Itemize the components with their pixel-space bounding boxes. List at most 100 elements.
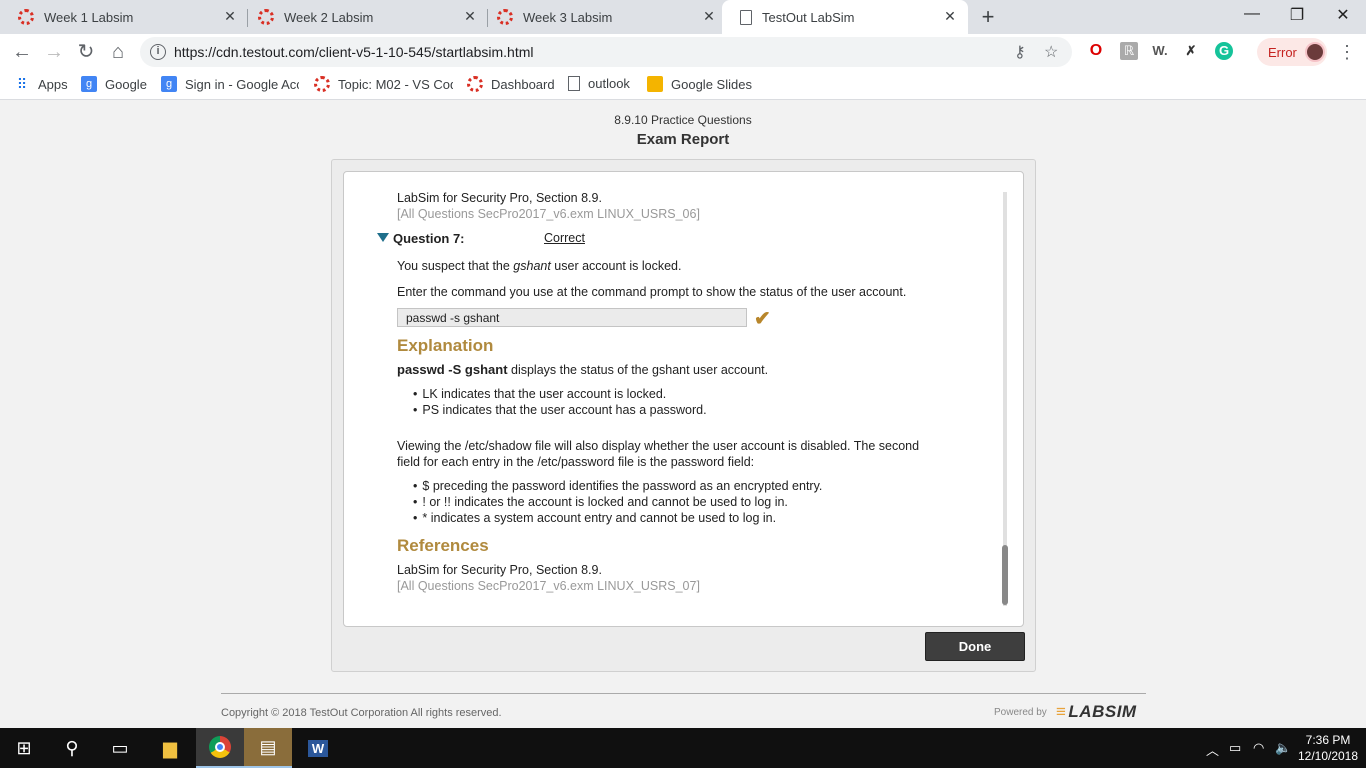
tab-strip: Week 1 Labsim ✕ Week 2 Labsim ✕ Week 3 L… xyxy=(0,0,1366,34)
scrollbar-track[interactable] xyxy=(1003,192,1007,606)
clock-time: 7:36 PM xyxy=(1305,733,1351,747)
profile-error-button[interactable]: Error xyxy=(1257,38,1327,66)
site-info-icon[interactable]: i xyxy=(150,44,166,60)
taskbar-clock[interactable]: 7:36 PM 12/10/2018 xyxy=(1292,732,1364,764)
wordtune-extension-icon[interactable]: W. xyxy=(1151,42,1169,60)
task-view-icon[interactable]: ▭ xyxy=(96,728,144,768)
done-button[interactable]: Done xyxy=(925,632,1025,661)
word-icon[interactable]: W xyxy=(294,728,342,768)
explanation-paragraph-line1: Viewing the /etc/shadow file will also d… xyxy=(397,439,920,453)
google-icon: g xyxy=(81,76,97,92)
tab-week3[interactable]: Week 3 Labsim ✕ xyxy=(479,0,727,34)
list-item: LK indicates that the user account is lo… xyxy=(413,387,666,401)
bookmark-label: Dashboard xyxy=(491,76,555,92)
volume-mute-icon[interactable]: 🔈 xyxy=(1275,740,1291,756)
question-status-link[interactable]: Correct xyxy=(544,231,585,245)
home-icon[interactable]: ⌂ xyxy=(106,40,130,64)
collapse-triangle-icon[interactable] xyxy=(377,233,389,242)
bookmark-label: Google Slides xyxy=(671,76,752,92)
opera-extension-icon[interactable]: O xyxy=(1087,42,1105,60)
labsim-favicon-icon xyxy=(314,76,330,92)
search-icon[interactable]: ⚲ xyxy=(48,728,96,768)
labsim-favicon-icon xyxy=(258,9,274,25)
bookmark-google[interactable]: g Google xyxy=(81,76,147,92)
minimize-icon[interactable]: — xyxy=(1242,5,1262,23)
address-bar[interactable]: i https://cdn.testout.com/client-v5-1-10… xyxy=(140,37,1072,67)
profile-status-label: Error xyxy=(1268,44,1297,60)
close-tab-icon[interactable]: ✕ xyxy=(701,8,717,25)
tray-chevron-icon[interactable]: ︿ xyxy=(1206,740,1219,759)
bookmarks-bar: ⠿ Apps g Google g Sign in - Google Acc T… xyxy=(0,70,1366,100)
scrollbar-thumb[interactable] xyxy=(1002,545,1008,605)
close-window-icon[interactable]: ✕ xyxy=(1333,5,1353,25)
google-icon: g xyxy=(161,76,177,92)
bookmark-label: Topic: M02 - VS Code xyxy=(338,76,453,92)
tab-title: Week 1 Labsim xyxy=(44,9,134,25)
avatar xyxy=(1304,42,1325,62)
list-item: ! or !! indicates the account is locked … xyxy=(413,495,788,509)
document-icon xyxy=(568,76,580,91)
restore-icon[interactable]: ❐ xyxy=(1287,5,1307,25)
labsim-logo: ≡ LABSIM xyxy=(1056,702,1137,721)
tab-testout-labsim[interactable]: TestOut LabSim ✕ xyxy=(722,0,968,34)
chrome-icon[interactable] xyxy=(196,728,244,768)
labsim-favicon-icon xyxy=(497,9,513,25)
reload-icon[interactable]: ↻ xyxy=(74,40,98,64)
tab-week2[interactable]: Week 2 Labsim ✕ xyxy=(240,0,488,34)
bookmark-apps[interactable]: ⠿ Apps xyxy=(14,76,68,92)
document-favicon-icon xyxy=(740,9,752,25)
list-item: PS indicates that the user account has a… xyxy=(413,403,706,417)
close-tab-icon[interactable]: ✕ xyxy=(462,8,478,25)
bookmark-topic[interactable]: Topic: M02 - VS Code xyxy=(314,76,453,92)
bookmark-dashboard[interactable]: Dashboard xyxy=(467,76,555,92)
close-tab-icon[interactable]: ✕ xyxy=(942,8,958,25)
explanation-summary: passwd -S gshant displays the status of … xyxy=(397,362,769,377)
wifi-icon[interactable]: ◠ xyxy=(1253,740,1264,756)
forward-icon[interactable]: → xyxy=(42,40,66,64)
url-text: https://cdn.testout.com/client-v5-1-10-5… xyxy=(174,44,534,60)
star-icon[interactable]: ☆ xyxy=(1044,42,1058,62)
question-text: You suspect that the gshant user account… xyxy=(397,259,682,273)
reference-id: [All Questions SecPro2017_v6.exm LINUX_U… xyxy=(397,579,700,593)
prev-reference-source: LabSim for Security Pro, Section 8.9. xyxy=(397,191,602,205)
apps-grid-icon: ⠿ xyxy=(16,76,28,92)
explanation-heading: Explanation xyxy=(397,336,494,355)
copyright-text: Copyright © 2018 TestOut Corporation All… xyxy=(221,707,502,719)
labsim-app-icon[interactable]: ▤ xyxy=(244,728,292,768)
correct-check-icon: ✔ xyxy=(754,308,771,330)
cross-extension-icon[interactable]: ✗ xyxy=(1182,42,1200,60)
tab-week1[interactable]: Week 1 Labsim ✕ xyxy=(0,0,248,34)
file-explorer-icon[interactable]: ▆ xyxy=(146,728,194,768)
windows-taskbar: ⊞ ⚲ ▭ ▆ ▤ W ︿ ▭ ◠ 🔈 7:36 PM 12/10/2018 xyxy=(0,728,1366,768)
grammarly-icon[interactable]: G xyxy=(1215,42,1233,60)
key-icon[interactable]: ⚷ xyxy=(1014,42,1026,62)
question-label: Question 7: xyxy=(393,231,465,246)
powered-by-label: Powered by xyxy=(994,707,1047,718)
menu-icon[interactable]: ⋮ xyxy=(1338,42,1356,63)
bookmark-sign-in[interactable]: g Sign in - Google Acc xyxy=(161,76,299,92)
clock-date: 12/10/2018 xyxy=(1297,749,1359,763)
extension-icon[interactable]: ℝ xyxy=(1120,42,1138,60)
slides-icon xyxy=(647,76,663,92)
reference-source: LabSim for Security Pro, Section 8.9. xyxy=(397,563,602,577)
bookmark-label: Apps xyxy=(38,76,68,92)
labsim-favicon-icon xyxy=(18,9,34,25)
references-heading: References xyxy=(397,536,489,555)
bookmark-outlook[interactable]: outlook xyxy=(568,76,630,91)
list-item: $ preceding the password identifies the … xyxy=(413,479,822,493)
page-subtitle: 8.9.10 Practice Questions xyxy=(614,113,752,127)
labsim-favicon-icon xyxy=(467,76,483,92)
back-icon[interactable]: ← xyxy=(10,40,34,64)
explanation-paragraph-line2: field for each entry in the /etc/passwor… xyxy=(397,455,755,469)
battery-icon[interactable]: ▭ xyxy=(1229,740,1241,756)
bookmark-google-slides[interactable]: Google Slides xyxy=(647,76,752,92)
new-tab-icon[interactable]: + xyxy=(977,4,999,30)
browser-toolbar: ← → ↻ ⌂ i https://cdn.testout.com/client… xyxy=(0,34,1366,70)
footer-divider xyxy=(221,693,1146,694)
list-item: * indicates a system account entry and c… xyxy=(413,511,776,525)
tab-title: TestOut LabSim xyxy=(762,9,855,25)
windows-start-icon[interactable]: ⊞ xyxy=(0,728,48,768)
bookmark-label: Sign in - Google Acc xyxy=(185,76,299,92)
bookmark-label: outlook xyxy=(588,76,630,91)
close-tab-icon[interactable]: ✕ xyxy=(222,8,238,25)
